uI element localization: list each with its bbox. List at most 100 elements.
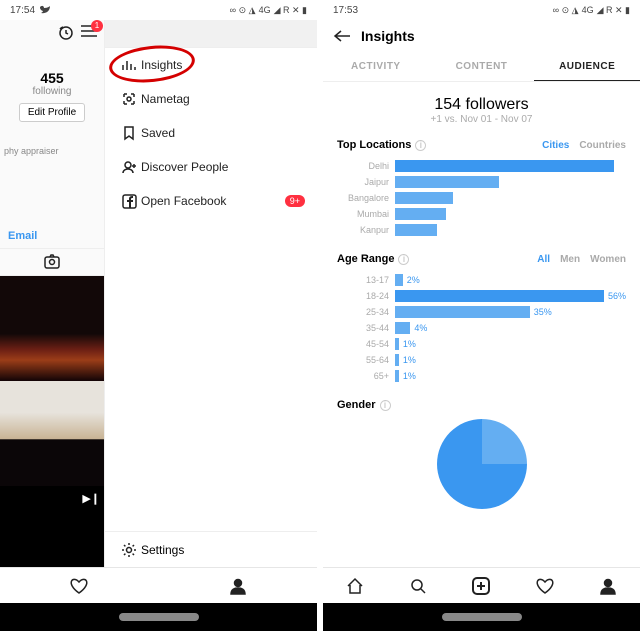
filter-countries[interactable]: Countries [579, 140, 626, 151]
bar-value: 2% [407, 275, 420, 285]
following-stat[interactable]: 455 following [0, 70, 104, 97]
tab-activity[interactable] [535, 576, 555, 596]
discover-icon [117, 159, 141, 175]
section-heading: Gender [337, 399, 376, 411]
profile-icon [229, 577, 247, 595]
locations-chart: Delhi Jaipur Bangalore Mumbai Kanpur [337, 159, 626, 237]
bar-row: 45-54 1% [337, 337, 626, 351]
drawer-item-saved[interactable]: Saved [105, 116, 317, 150]
bar-value: 4% [414, 323, 427, 333]
bar-label: Mumbai [337, 209, 395, 219]
photo-thumb[interactable] [0, 276, 104, 381]
bar-label: Delhi [337, 161, 395, 171]
bar-label: 13-17 [337, 275, 395, 285]
bar-row: 13-17 2% [337, 273, 626, 287]
tab-content[interactable]: CONTENT [429, 52, 535, 81]
android-navbar [323, 603, 640, 631]
menu-button[interactable]: 1 [80, 24, 98, 43]
following-count: 455 [0, 70, 104, 86]
section-gender: Gender i [323, 389, 640, 521]
filter-men[interactable]: Men [560, 254, 580, 265]
profile-icon [599, 577, 617, 595]
gender-pie-chart [437, 419, 527, 509]
page-title: Insights [361, 28, 415, 44]
drawer-item-insights[interactable]: Insights [105, 48, 317, 82]
status-net: 4G [259, 5, 271, 15]
tab-profile[interactable] [598, 576, 618, 596]
phone-right-insights: 17:53 ∞ ⊙ ◮4G◢ R ✕ ▮ Insights ACTIVITY C… [317, 0, 640, 631]
bar-value: 1% [403, 339, 416, 349]
add-icon [471, 576, 491, 596]
options-drawer: Insights Nametag Saved Discover People O… [105, 20, 317, 567]
drawer-label: Saved [141, 126, 175, 140]
drawer-item-discover[interactable]: Discover People [105, 150, 317, 184]
tab-profile[interactable] [228, 576, 248, 596]
tagged-icon [43, 254, 61, 270]
status-time: 17:53 [333, 5, 358, 16]
drawer-item-settings[interactable]: Settings [105, 531, 317, 567]
bar-row: Delhi [337, 159, 626, 173]
info-icon[interactable]: i [398, 254, 409, 265]
nav-pill[interactable] [442, 613, 522, 621]
email-button[interactable]: Email [0, 156, 104, 248]
archive-icon[interactable] [58, 25, 74, 41]
bar-row: Mumbai [337, 207, 626, 221]
info-icon[interactable]: i [380, 400, 391, 411]
info-icon[interactable]: i [415, 140, 426, 151]
bar-value: 56% [608, 291, 626, 301]
status-bar: 17:54 ∞ ⊙ ◮4G◢ R ✕ ▮ [0, 0, 317, 20]
bar-value: 1% [403, 371, 416, 381]
drawer-label: Nametag [141, 92, 190, 106]
notification-badge: 9+ [285, 195, 305, 207]
heart-icon [535, 577, 555, 595]
bar-row: 55-64 1% [337, 353, 626, 367]
phone-left-profile: 17:54 ∞ ⊙ ◮4G◢ R ✕ ▮ 1 455 following Edi… [0, 0, 317, 631]
followers-block: 154 followers +1 vs. Nov 01 - Nov 07 [323, 82, 640, 129]
drawer-item-facebook[interactable]: Open Facebook 9+ [105, 184, 317, 218]
menu-badge: 1 [91, 20, 103, 32]
bar-row: Jaipur [337, 175, 626, 189]
age-chart: 13-17 2% 18-24 56% 25-34 35% [337, 273, 626, 383]
bar-label: 35-44 [337, 323, 395, 333]
settings-label: Settings [141, 543, 184, 557]
drawer-item-nametag[interactable]: Nametag [105, 82, 317, 116]
gear-icon [117, 542, 141, 558]
bar-label: Jaipur [337, 177, 395, 187]
insights-tabs: ACTIVITY CONTENT AUDIENCE [323, 52, 640, 82]
tab-home[interactable] [345, 576, 365, 596]
tagged-tab[interactable] [0, 248, 104, 276]
bar-value: 1% [403, 355, 416, 365]
twitter-icon [39, 5, 51, 15]
tab-activity[interactable]: ACTIVITY [323, 52, 429, 81]
bar-label: 55-64 [337, 355, 395, 365]
nav-pill[interactable] [119, 613, 199, 621]
insights-icon [117, 58, 141, 72]
photo-thumb[interactable] [0, 381, 104, 486]
status-net: 4G [582, 5, 594, 15]
filter-women[interactable]: Women [590, 254, 626, 265]
bar-row: Bangalore [337, 191, 626, 205]
video-thumb[interactable]: ▶❙ [0, 486, 104, 567]
section-age-range: Age Range i All Men Women 13-17 2% 18-24 [323, 243, 640, 389]
saved-icon [117, 125, 141, 141]
drawer-label: Discover People [141, 160, 228, 174]
edit-profile-button[interactable]: Edit Profile [19, 103, 85, 122]
android-navbar [0, 603, 317, 631]
bar-row: 25-34 35% [337, 305, 626, 319]
video-icon: ▶❙ [82, 492, 100, 505]
search-icon [409, 577, 427, 595]
profile-pane: 1 455 following Edit Profile phy apprais… [0, 20, 105, 567]
bar-label: Kanpur [337, 225, 395, 235]
tab-add[interactable] [471, 576, 491, 596]
tab-search[interactable] [408, 576, 428, 596]
tab-audience[interactable]: AUDIENCE [534, 52, 640, 81]
tab-activity[interactable] [69, 576, 89, 596]
filter-cities[interactable]: Cities [542, 140, 569, 151]
bar-row: Kanpur [337, 223, 626, 237]
facebook-icon [117, 194, 141, 209]
back-icon[interactable] [333, 29, 351, 43]
status-time: 17:54 [10, 5, 35, 16]
follower-count: 154 followers [323, 96, 640, 114]
filter-all[interactable]: All [537, 254, 550, 265]
drawer-username [105, 20, 317, 48]
